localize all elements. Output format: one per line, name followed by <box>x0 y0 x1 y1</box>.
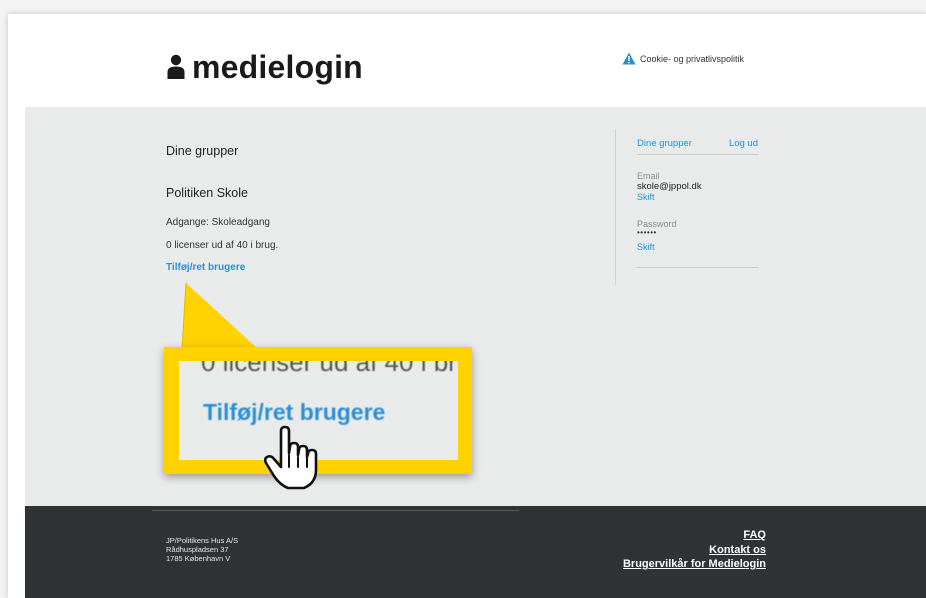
logout-link[interactable]: Log ud <box>729 138 758 149</box>
warning-icon <box>622 52 636 65</box>
email-label: Email <box>637 171 660 181</box>
email-value: skole@jppol.dk <box>637 181 702 192</box>
zoomed-edit-users-link[interactable]: Tilføj/ret brugere <box>203 399 385 426</box>
tab-groups[interactable]: Dine grupper <box>637 138 692 149</box>
change-email-link[interactable]: Skift <box>637 192 655 202</box>
hand-pointer-icon <box>263 425 318 490</box>
cookie-policy-label: Cookie- og privatlivspolitik <box>640 53 745 64</box>
logo-text: medielogin <box>192 48 363 85</box>
address-line: 1785 København V <box>166 554 231 563</box>
sidebar-divider-bottom <box>637 267 758 268</box>
column-divider <box>615 129 616 285</box>
zoom-callout: 0 licenser ud af 40 i brug. Tilføj/ret b… <box>164 347 472 474</box>
group-name: Politiken Skole <box>166 186 248 200</box>
company-address: JP/Politikens Hus A/S Rådhuspladsen 37 1… <box>166 536 238 563</box>
address-line: JP/Politikens Hus A/S <box>166 536 239 545</box>
edit-users-link[interactable]: Tilføj/ret brugere <box>166 262 245 273</box>
access-text: Adgange: Skoleadgang <box>166 217 270 228</box>
zoomed-license-text: 0 licenser ud af 40 i brug. <box>201 361 458 377</box>
footer-links: FAQ Kontakt os Brugervilkår for Medielog… <box>623 528 766 572</box>
sidebar-divider <box>637 154 758 155</box>
address-line: Rådhuspladsen 37 <box>166 545 229 554</box>
terms-link[interactable]: Brugervilkår for Medielogin <box>623 557 766 572</box>
logo[interactable]: medielogin <box>166 48 363 86</box>
faq-link[interactable]: FAQ <box>623 528 766 543</box>
footer-divider <box>152 510 519 511</box>
account-content: Dine grupper Politiken Skole Adgange: Sk… <box>25 107 926 506</box>
zoom-viewport: 0 licenser ud af 40 i brug. Tilføj/ret b… <box>179 361 458 460</box>
person-icon <box>166 54 186 80</box>
password-value: •••••• <box>637 228 657 237</box>
license-count: 0 licenser ud af 40 i brug. <box>166 240 279 251</box>
browser-page: medielogin Cookie- og privatlivspolitik … <box>8 14 926 598</box>
contact-link[interactable]: Kontakt os <box>623 543 766 558</box>
footer: JP/Politikens Hus A/S Rådhuspladsen 37 1… <box>25 506 926 598</box>
cookie-policy-link[interactable]: Cookie- og privatlivspolitik <box>622 52 744 65</box>
change-password-link[interactable]: Skift <box>637 242 655 252</box>
header: medielogin Cookie- og privatlivspolitik <box>8 14 926 107</box>
section-heading: Dine grupper <box>166 144 239 158</box>
